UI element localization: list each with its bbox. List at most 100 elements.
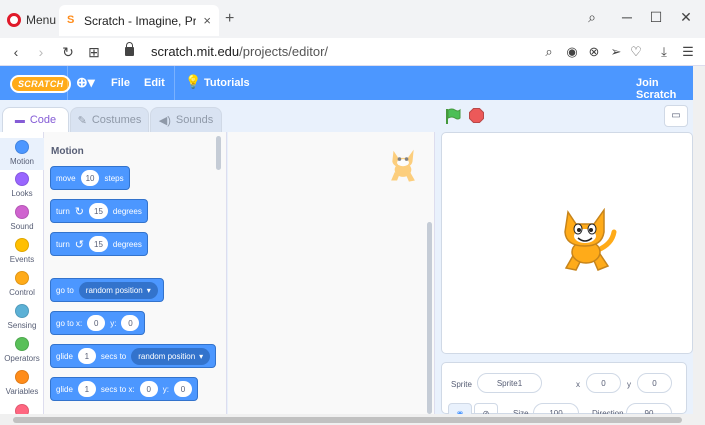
- category-label: Sensing: [7, 321, 37, 330]
- y-label: y: [627, 380, 631, 389]
- stage[interactable]: [441, 132, 693, 354]
- lock-icon: [125, 42, 134, 56]
- category-color-icon: [15, 172, 29, 186]
- script-area[interactable]: [228, 132, 435, 414]
- category-looks[interactable]: Looks: [0, 170, 44, 202]
- block-input[interactable]: 1: [77, 381, 96, 397]
- scrollbar-thumb[interactable]: [13, 417, 682, 423]
- category-control[interactable]: Control: [0, 269, 44, 301]
- cat-sprite[interactable]: [554, 208, 618, 276]
- block-move-steps[interactable]: move 10 steps: [50, 166, 130, 190]
- close-window-icon[interactable]: ✕: [677, 8, 695, 26]
- block-text: y:: [162, 384, 169, 394]
- tab-sounds[interactable]: ◀) Sounds: [150, 107, 222, 132]
- tutorials-menu[interactable]: Tutorials: [204, 77, 250, 89]
- block-go-to-xy[interactable]: go to x: 0 y: 0: [50, 311, 146, 335]
- sprite-name-input[interactable]: Sprite1: [477, 373, 542, 393]
- palette-scrollbar[interactable]: [216, 136, 221, 170]
- block-input[interactable]: 1: [77, 348, 96, 364]
- back-icon[interactable]: ‹: [8, 43, 24, 61]
- forward-icon[interactable]: ›: [33, 43, 49, 61]
- bookmark-heart-icon[interactable]: ♡: [628, 43, 644, 61]
- category-color-icon: [15, 205, 29, 219]
- snapshot-icon[interactable]: ◉: [564, 43, 580, 61]
- block-text: glide: [56, 351, 73, 361]
- category-label: Sound: [10, 222, 34, 231]
- scratch-editor: ▬ Code ✎ Costumes ◀) Sounds Motion Looks S…: [0, 100, 693, 423]
- search-icon[interactable]: ⌕: [583, 8, 601, 26]
- browser-tab-scratch[interactable]: S Scratch - Imagine, Program ×: [59, 5, 219, 36]
- block-dropdown[interactable]: random position ▾: [78, 281, 158, 299]
- reload-icon[interactable]: ↻: [60, 43, 76, 61]
- speed-dial-icon[interactable]: ⊞: [86, 43, 102, 61]
- tab-costumes[interactable]: ✎ Costumes: [70, 107, 149, 132]
- sprite-thumbnail-cat-icon: [391, 149, 415, 182]
- y-input[interactable]: 0: [637, 373, 672, 393]
- category-variables[interactable]: Variables: [0, 368, 44, 400]
- adblock-icon[interactable]: ⊗: [586, 43, 602, 61]
- page-vertical-scrollbar[interactable]: [693, 66, 705, 414]
- category-events[interactable]: Events: [0, 236, 44, 268]
- green-flag-icon[interactable]: [445, 108, 461, 125]
- category-label: Motion: [9, 157, 34, 166]
- brush-icon: ✎: [77, 114, 87, 127]
- block-go-to[interactable]: go to random position ▾: [50, 278, 164, 302]
- easy-setup-icon[interactable]: ☰: [680, 43, 696, 61]
- url-field[interactable]: scratch.mit.edu/projects/editor/: [151, 44, 328, 59]
- opera-menu-button[interactable]: Menu: [7, 11, 56, 29]
- block-input[interactable]: 0: [121, 315, 140, 331]
- tab-close-icon[interactable]: ×: [203, 13, 211, 28]
- scratch-logo[interactable]: SCRATCH: [10, 75, 72, 93]
- browser-window: Menu S Scratch - Imagine, Program × + ⌕ …: [0, 0, 705, 425]
- block-input[interactable]: 15: [89, 236, 108, 252]
- share-icon[interactable]: ➢: [608, 43, 624, 61]
- address-bar: ‹ › ↻ ⊞ scratch.mit.edu/projects/editor/…: [0, 38, 705, 66]
- block-input[interactable]: 10: [80, 170, 100, 186]
- join-scratch-link[interactable]: Join Scratch: [636, 77, 693, 101]
- block-turn-right[interactable]: turn ↻ 15 degrees: [50, 199, 148, 223]
- download-icon[interactable]: ⤓: [656, 43, 672, 61]
- tab-code[interactable]: ▬ Code: [2, 107, 69, 132]
- category-sensing[interactable]: Sensing: [0, 302, 44, 334]
- category-color-icon: [15, 337, 29, 351]
- edit-menu[interactable]: Edit: [144, 77, 165, 89]
- small-stage-icon[interactable]: ▭: [664, 105, 688, 127]
- block-glide-to[interactable]: glide 1 secs to random position ▾: [50, 344, 217, 368]
- category-motion[interactable]: Motion: [0, 138, 44, 170]
- block-input[interactable]: 15: [89, 203, 108, 219]
- x-label: x: [576, 380, 580, 389]
- sprite-info-pane: Sprite Sprite1 x 0 y 0 ◉ ⊘ Size 100 Dire…: [441, 362, 687, 423]
- block-turn-left[interactable]: turn ↺ 15 degrees: [50, 232, 148, 256]
- new-tab-button[interactable]: +: [225, 10, 234, 28]
- block-dropdown[interactable]: random position ▾: [131, 347, 211, 365]
- category-label: Looks: [11, 189, 33, 198]
- script-area-scrollbar[interactable]: [427, 222, 432, 414]
- browser-tab-strip: Menu S Scratch - Imagine, Program × + ⌕ …: [0, 0, 705, 38]
- dropdown-value: random position: [138, 351, 196, 361]
- block-input[interactable]: 0: [139, 381, 158, 397]
- file-menu[interactable]: File: [111, 77, 130, 89]
- category-sound[interactable]: Sound: [0, 203, 44, 235]
- category-operators[interactable]: Operators: [0, 335, 44, 367]
- palette-title: Motion: [51, 146, 84, 157]
- stop-icon[interactable]: [469, 108, 484, 123]
- block-palette: Motion move 10 steps turn ↻ 15 degrees t…: [44, 132, 227, 414]
- maximize-icon[interactable]: ☐: [647, 8, 665, 26]
- stage-header: ▭: [440, 100, 693, 132]
- block-text: degrees: [112, 206, 142, 216]
- block-glide-xy[interactable]: glide 1 secs to x: 0 y: 0: [50, 377, 198, 401]
- block-input[interactable]: 0: [173, 381, 192, 397]
- minimize-icon[interactable]: ─: [618, 8, 636, 26]
- block-text: y:: [110, 318, 117, 328]
- category-color-icon: [15, 140, 29, 154]
- code-icon: ▬: [14, 114, 25, 126]
- block-text: move: [56, 173, 76, 183]
- x-input[interactable]: 0: [586, 373, 621, 393]
- find-icon[interactable]: ⌕: [541, 43, 557, 61]
- rotate-right-icon: ↻: [74, 205, 85, 218]
- page-horizontal-scrollbar[interactable]: [0, 414, 705, 425]
- block-text: turn: [56, 206, 70, 216]
- block-input[interactable]: 0: [87, 315, 106, 331]
- menu-divider: [67, 66, 68, 100]
- language-globe-icon[interactable]: ⊕▾: [76, 74, 95, 91]
